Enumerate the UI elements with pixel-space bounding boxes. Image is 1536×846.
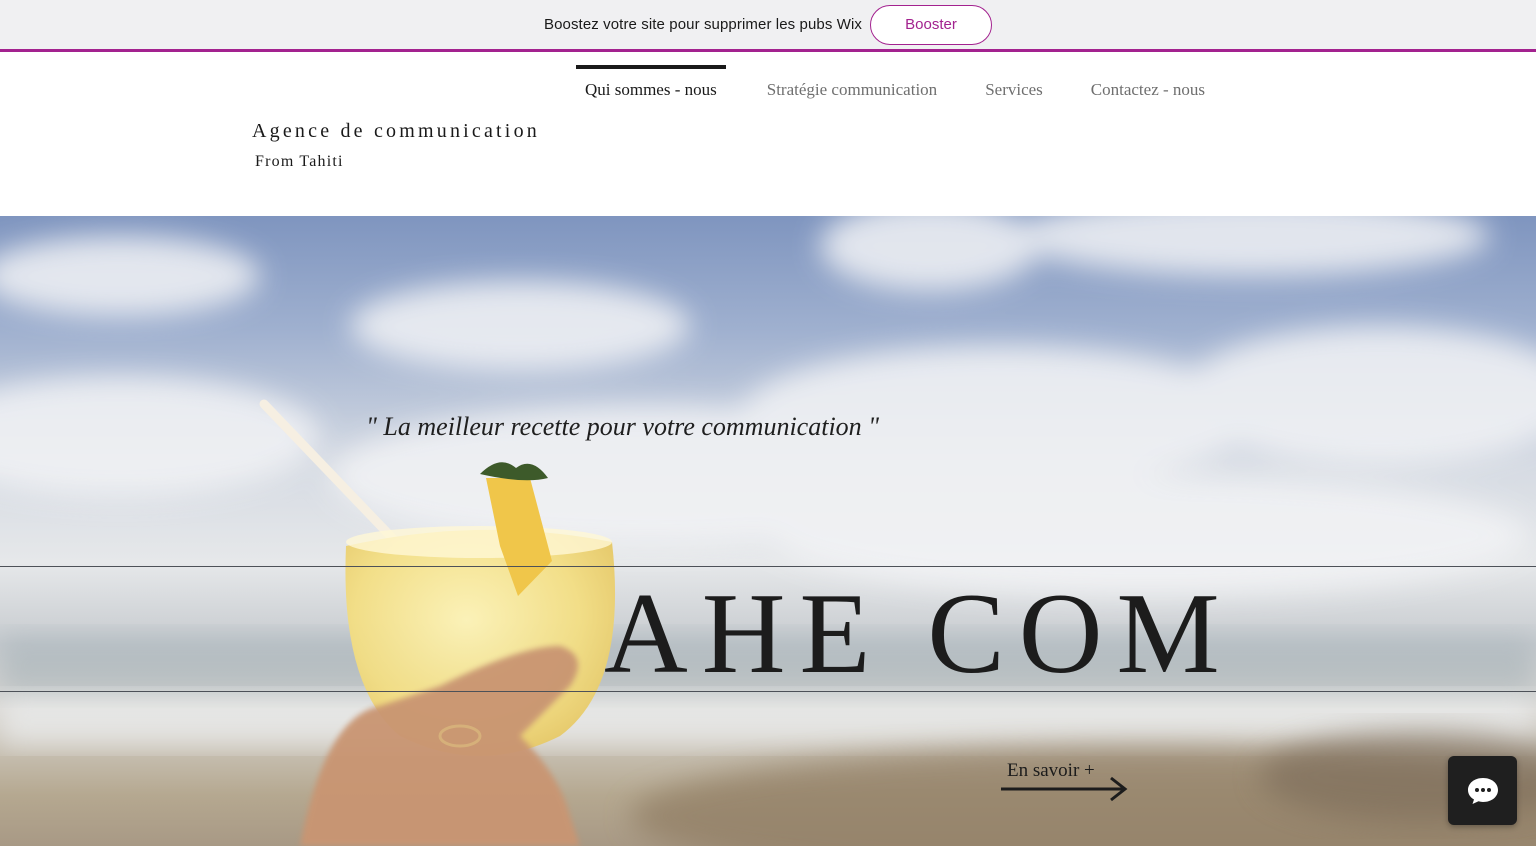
site-header: Qui sommes - nous Stratégie communicatio… bbox=[0, 52, 1536, 216]
chat-button[interactable] bbox=[1448, 756, 1517, 825]
nav-item-qui-sommes-nous[interactable]: Qui sommes - nous bbox=[576, 65, 726, 115]
nav-item-strategie-communication[interactable]: Stratégie communication bbox=[726, 65, 961, 115]
hero-section: " La meilleur recette pour votre communi… bbox=[0, 216, 1536, 846]
hero-quote: " La meilleur recette pour votre communi… bbox=[366, 412, 880, 441]
booster-button[interactable]: Booster bbox=[870, 4, 993, 45]
chat-bubble-icon bbox=[1467, 777, 1498, 804]
promo-text: Boostez votre site pour supprimer les pu… bbox=[543, 16, 863, 33]
nav-item-services[interactable]: Services bbox=[961, 65, 1067, 115]
en-savoir-plus-link[interactable]: En savoir + bbox=[1001, 760, 1131, 804]
main-nav: Qui sommes - nous Stratégie communicatio… bbox=[576, 65, 1229, 115]
site-tagline: From Tahiti bbox=[255, 153, 344, 170]
wix-promo-bar: Boostez votre site pour supprimer les pu… bbox=[0, 0, 1536, 52]
nav-item-contactez-nous[interactable]: Contactez - nous bbox=[1067, 65, 1229, 115]
site-title[interactable]: Agence de communication bbox=[252, 120, 540, 143]
divider-line-top bbox=[0, 566, 1536, 567]
arrow-right-icon bbox=[1001, 776, 1128, 802]
hero-background-image bbox=[0, 216, 1536, 846]
hero-title: AHE COM bbox=[604, 570, 1234, 698]
